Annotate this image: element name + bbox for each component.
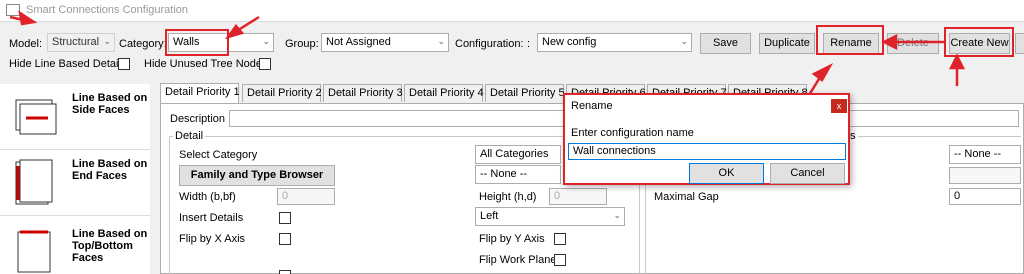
smart-connections-window: Smart Connections Configuration Model: S… (0, 0, 1024, 274)
insert-details-label: Insert Details (179, 212, 244, 224)
sidebar-item-end-faces[interactable]: Line Based on End Faces (0, 150, 150, 216)
extra-checkbox[interactable] (279, 270, 291, 274)
flip-x-label: Flip by X Axis (179, 233, 246, 245)
all-categories-value: All Categories (480, 148, 549, 160)
sidebar: Line Based on Side Faces Line Based on E… (0, 84, 150, 274)
title-arrowhead (18, 10, 38, 26)
ok-button[interactable]: OK (689, 163, 764, 184)
sidebar-item-top-bottom-faces[interactable]: Line Based on Top/Bottom Faces (0, 216, 150, 274)
select-category-label: Select Category (179, 149, 258, 161)
insert-details-checkbox[interactable] (279, 212, 291, 224)
family-type-browser-button[interactable]: Family and Type Browser (179, 165, 335, 186)
height-input[interactable]: 0 (549, 188, 607, 205)
flip-work-plane-checkbox[interactable] (554, 254, 566, 266)
tab-detail-priority-5[interactable]: Detail Priority 5 (485, 84, 565, 102)
all-categories-dropdown[interactable]: All Categories (475, 145, 561, 164)
right-none-dropdown[interactable]: -- None -- (949, 145, 1021, 164)
tab-detail-priority-1[interactable]: Detail Priority 1 (160, 83, 240, 103)
cancel-button[interactable]: Cancel (770, 163, 845, 184)
wall-top-bottom-faces-icon (17, 230, 51, 273)
tab-detail-priority-3[interactable]: Detail Priority 3 (323, 84, 403, 102)
width-input[interactable]: 0 (277, 188, 335, 205)
description-label: Description (170, 113, 226, 125)
detail-group-label: Detail (173, 130, 206, 142)
configuration-name-input[interactable]: Wall connections (568, 143, 846, 160)
flip-y-checkbox[interactable] (554, 233, 566, 245)
rename-prompt: Enter configuration name (571, 127, 694, 139)
family-type-dropdown[interactable]: -- None -- (475, 165, 561, 184)
rename-dialog-titlebar: Rename x (565, 95, 848, 117)
alignment-value: Left (480, 210, 499, 222)
width-label: Width (b,bf) (179, 191, 236, 203)
sidebar-item-label: Line Based on Top/Bottom Faces (72, 228, 148, 264)
flip-work-plane-label: Flip Work Plane (479, 254, 557, 266)
flip-y-label: Flip by Y Axis (479, 233, 545, 245)
rename-arrowhead (811, 63, 834, 82)
chevron-down-icon: ⌄ (613, 210, 621, 220)
create-new-up-arrowhead (948, 53, 966, 70)
wall-side-faces-icon (15, 99, 57, 135)
flip-x-checkbox[interactable] (279, 233, 291, 245)
tab-detail-priority-4[interactable]: Detail Priority 4 (404, 84, 484, 102)
maximal-gap-label: Maximal Gap (654, 191, 719, 203)
sidebar-item-side-faces[interactable]: Line Based on Side Faces (0, 84, 150, 150)
sidebar-item-label: Line Based on End Faces (72, 158, 148, 182)
rename-dialog-title: Rename (571, 100, 613, 112)
right-disabled-input[interactable] (949, 167, 1021, 184)
alignment-dropdown[interactable]: Left ⌄ (475, 207, 625, 226)
create-rename-arrowhead (881, 33, 898, 51)
close-icon[interactable]: x (831, 99, 847, 113)
sidebar-item-label: Line Based on Side Faces (72, 92, 148, 116)
wall-end-faces-icon (15, 159, 53, 205)
maximal-gap-input[interactable]: 0 (949, 188, 1021, 205)
rename-dialog: Rename x Enter configuration name Wall c… (563, 93, 850, 185)
height-label: Height (h,d) (479, 191, 537, 203)
family-type-value: -- None -- (480, 168, 528, 180)
right-none-value: -- None -- (954, 148, 1002, 160)
tab-detail-priority-2[interactable]: Detail Priority 2 (242, 84, 322, 102)
detail-group-left-border (169, 136, 170, 274)
